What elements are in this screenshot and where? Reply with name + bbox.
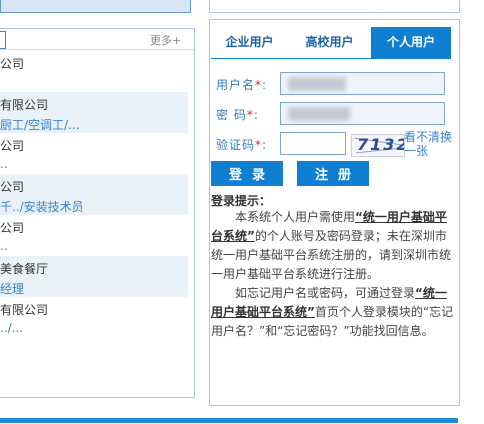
tab-enterprise-user[interactable]: 企业用户 <box>211 27 288 58</box>
register-button[interactable]: 注册 <box>297 161 369 186</box>
job-position-link[interactable]: .. <box>0 157 8 171</box>
job-position-link[interactable]: ../... <box>0 321 23 335</box>
login-tips-paragraph: 本系统个人用户需使用“统一用户基础平台系统”的个人账号及密码登录；未在深圳市统一… <box>211 210 452 281</box>
password-value-redacted <box>288 107 350 121</box>
job-position-link[interactable]: 经理 <box>0 280 24 297</box>
company-name[interactable]: 公司 <box>0 219 24 236</box>
list-item[interactable]: 有限公司 厨工/空调工/... <box>0 92 188 133</box>
more-link[interactable]: 更多+ <box>150 32 181 48</box>
list-item[interactable]: 公司 .. <box>0 215 188 256</box>
job-position-link[interactable]: 厨工/空调工/... <box>0 116 80 133</box>
login-tips-title: 登录提示： <box>211 194 272 208</box>
username-label: 用户名*: <box>216 78 268 92</box>
tab-university-user[interactable]: 高校用户 <box>290 27 369 58</box>
bottom-divider-bar <box>0 418 458 423</box>
list-item[interactable]: 公司 千../安装技术员 <box>0 174 188 215</box>
login-button[interactable]: 登录 <box>211 161 283 186</box>
job-list-tab-stub[interactable] <box>0 31 6 49</box>
tab-personal-user[interactable]: 个人用户 <box>371 27 451 58</box>
job-list-panel: 更多+ 公司 有限公司 厨工/空调工/... 公司 .. 公司 千../安装技术… <box>0 28 195 398</box>
company-name[interactable]: 公司 <box>0 178 24 195</box>
company-name[interactable]: 公司 <box>0 137 24 154</box>
captcha-image[interactable]: 7132 <box>351 134 405 157</box>
list-item[interactable]: 公司 <box>0 51 188 92</box>
login-panel: 企业用户 高校用户 个人用户 用户名*: 密 码*: 验证码*: 7132 看不… <box>209 19 460 406</box>
login-tabs: 企业用户 高校用户 个人用户 <box>211 27 451 59</box>
list-item[interactable]: 公司 .. <box>0 133 188 174</box>
job-position-link[interactable]: .. <box>0 239 8 253</box>
refresh-captcha-link[interactable]: 看不清换一张 <box>404 130 452 158</box>
captcha-text: 7132 <box>357 135 405 154</box>
captcha-row: 验证码*: 7132 看不清换一张 <box>216 130 454 158</box>
captcha-label: 验证码*: <box>216 138 268 152</box>
username-row: 用户名*: <box>216 72 454 96</box>
password-row: 密 码*: <box>216 102 454 126</box>
company-name[interactable]: 公司 <box>0 55 24 72</box>
left-top-bar <box>0 0 191 13</box>
login-tips-paragraph: 如忘记用户名或密码，可通过登录“统一用户基础平台系统”首页个人登录模块的“忘记用… <box>211 286 454 338</box>
job-list-header: 更多+ <box>0 29 194 50</box>
company-name[interactable]: 美食餐厅 <box>0 260 48 277</box>
login-tips-body: 本系统个人用户需使用“统一用户基础平台系统”的个人账号及密码登录；未在深圳市统一… <box>211 208 458 341</box>
company-name[interactable]: 有限公司 <box>0 301 48 318</box>
captcha-input[interactable] <box>280 132 346 155</box>
company-name[interactable]: 有限公司 <box>0 96 48 113</box>
job-list: 公司 有限公司 厨工/空调工/... 公司 .. 公司 千../安装技术员 公司… <box>0 51 188 338</box>
job-position-link[interactable]: 千../安装技术员 <box>0 198 84 215</box>
right-top-bar <box>209 0 460 13</box>
list-item[interactable]: 有限公司 ../... <box>0 297 188 338</box>
username-value-redacted <box>288 77 346 91</box>
list-item[interactable]: 美食餐厅 经理 <box>0 256 188 297</box>
password-label: 密 码*: <box>216 108 259 122</box>
